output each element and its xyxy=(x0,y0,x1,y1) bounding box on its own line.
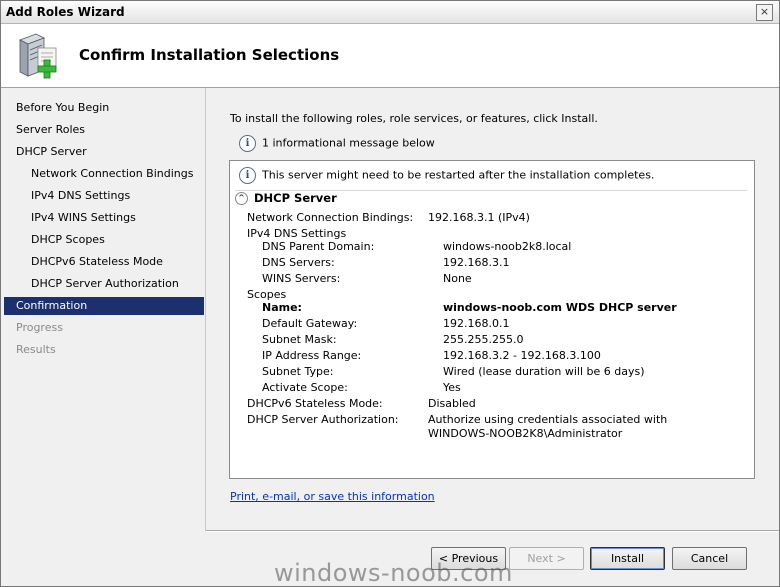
sidebar-item-server-roles[interactable]: Server Roles xyxy=(4,121,204,139)
wizard-window: Add Roles Wizard × Confirm Installation … xyxy=(0,0,780,587)
next-button: Next > xyxy=(509,547,584,570)
info-message-summary: i 1 informational message below xyxy=(239,135,435,152)
sidebar-item-ipv4-wins-settings[interactable]: IPv4 WINS Settings xyxy=(4,209,204,227)
sidebar-item-results: Results xyxy=(16,343,56,356)
install-button[interactable]: Install xyxy=(590,547,665,570)
activate-scope-value: Yes xyxy=(443,381,461,394)
ipv4-dns-settings-label: IPv4 DNS Settings xyxy=(247,227,347,240)
info-icon: i xyxy=(239,167,256,184)
dns-parent-domain-label: DNS Parent Domain: xyxy=(262,240,375,253)
dhcpv6-mode-value: Disabled xyxy=(428,397,476,410)
info-message-text: 1 informational message below xyxy=(262,136,435,150)
page-title: Confirm Installation Selections xyxy=(79,46,340,64)
authorization-label: DHCP Server Authorization: xyxy=(247,413,399,426)
wizard-header: Confirm Installation Selections xyxy=(1,24,779,88)
cancel-button[interactable]: Cancel xyxy=(672,547,747,570)
title-bar: Add Roles Wizard × xyxy=(1,1,779,24)
sidebar-item-dhcp-scopes[interactable]: DHCP Scopes xyxy=(4,231,204,249)
sidebar-item-network-connection-bindings[interactable]: Network Connection Bindings xyxy=(4,165,204,183)
sidebar-item-confirmation[interactable]: Confirmation xyxy=(4,297,204,315)
scope-name-value: windows-noob.com WDS DHCP server xyxy=(443,301,677,314)
close-icon[interactable]: × xyxy=(756,4,773,21)
activate-scope-label: Activate Scope: xyxy=(262,381,348,394)
info-icon: i xyxy=(239,135,256,152)
scopes-label: Scopes xyxy=(247,288,287,301)
scope-name-label: Name: xyxy=(262,301,302,314)
subnet-mask-label: Subnet Mask: xyxy=(262,333,337,346)
sidebar-item-dhcpv6-stateless-mode[interactable]: DHCPv6 Stateless Mode xyxy=(4,253,204,271)
wizard-steps-sidebar: Before You Begin Server Roles DHCP Serve… xyxy=(1,88,206,531)
ip-range-label: IP Address Range: xyxy=(262,349,362,362)
watermark: windows-noob.com xyxy=(274,559,513,587)
sidebar-item-ipv4-dns-settings[interactable]: IPv4 DNS Settings xyxy=(4,187,204,205)
dns-servers-label: DNS Servers: xyxy=(262,256,335,269)
footer-separator xyxy=(206,530,779,532)
authorization-value-line2: WINDOWS-NOOB2K8\Administrator xyxy=(428,427,623,440)
print-save-link[interactable]: Print, e-mail, or save this information xyxy=(230,490,435,503)
confirmation-details-panel[interactable]: i This server might need to be restarted … xyxy=(229,160,755,479)
collapse-icon[interactable]: ^ xyxy=(235,192,248,205)
restart-notice-text: This server might need to be restarted a… xyxy=(262,168,655,182)
sidebar-item-before-you-begin[interactable]: Before You Begin xyxy=(4,99,204,117)
wins-servers-label: WINS Servers: xyxy=(262,272,341,285)
dns-servers-value: 192.168.3.1 xyxy=(443,256,510,269)
ip-range-value: 192.168.3.2 - 192.168.3.100 xyxy=(443,349,601,362)
sidebar-item-progress: Progress xyxy=(16,321,63,334)
dhcp-server-section-header[interactable]: ^ DHCP Server xyxy=(235,191,337,205)
default-gateway-label: Default Gateway: xyxy=(262,317,358,330)
authorization-value-line1: Authorize using credentials associated w… xyxy=(428,413,668,426)
sidebar-item-dhcp-server[interactable]: DHCP Server xyxy=(4,143,204,161)
default-gateway-value: 192.168.0.1 xyxy=(443,317,510,330)
restart-notice: i This server might need to be restarted … xyxy=(239,167,654,184)
sidebar-item-dhcp-server-authorization[interactable]: DHCP Server Authorization xyxy=(4,275,204,293)
wins-servers-value: None xyxy=(443,272,472,285)
dns-parent-domain-value: windows-noob2k8.local xyxy=(443,240,572,253)
subnet-type-label: Subnet Type: xyxy=(262,365,334,378)
window-title: Add Roles Wizard xyxy=(6,5,125,19)
section-title: DHCP Server xyxy=(254,191,337,205)
main-content: To install the following roles, role ser… xyxy=(206,88,779,531)
bindings-label: Network Connection Bindings: xyxy=(247,211,414,224)
bindings-value: 192.168.3.1 (IPv4) xyxy=(428,211,530,224)
server-add-role-icon xyxy=(19,33,57,79)
subnet-mask-value: 255.255.255.0 xyxy=(443,333,524,346)
subnet-type-value: Wired (lease duration will be 6 days) xyxy=(443,365,645,378)
intro-text: To install the following roles, role ser… xyxy=(230,112,598,125)
dhcpv6-mode-label: DHCPv6 Stateless Mode: xyxy=(247,397,383,410)
